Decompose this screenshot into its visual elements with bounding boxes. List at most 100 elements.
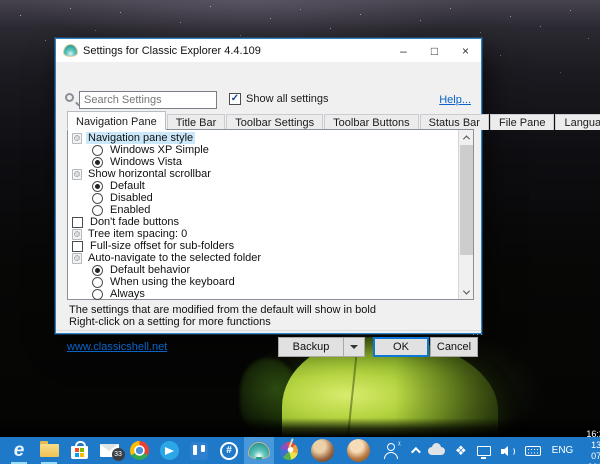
resize-grip[interactable] bbox=[477, 330, 478, 331]
tab-file-pane[interactable]: File Pane bbox=[489, 114, 555, 130]
cancel-button[interactable]: Cancel bbox=[430, 337, 478, 357]
taskbar: e 33 # ᵡ ❖ ENG 16: 13 07 bbox=[0, 429, 600, 464]
tab-strip: Navigation Pane Title Bar Toolbar Settin… bbox=[67, 111, 600, 130]
note-bold-settings: The settings that are modified from the … bbox=[69, 304, 376, 316]
microsoft-logo-icon bbox=[74, 448, 79, 452]
onedrive-cloud-icon[interactable] bbox=[423, 437, 450, 464]
setting-gear-icon bbox=[72, 132, 82, 144]
clock-date: 13-07-2018 bbox=[588, 439, 600, 464]
chevron-down-icon bbox=[350, 345, 358, 349]
avatar bbox=[310, 439, 334, 462]
taskbar-chrome-icon[interactable] bbox=[124, 437, 154, 464]
radio-unchecked-icon[interactable] bbox=[92, 288, 103, 300]
taskbar-paint-icon[interactable] bbox=[274, 437, 304, 464]
tab-navigation-pane[interactable]: Navigation Pane bbox=[67, 111, 166, 130]
show-all-settings[interactable]: ✓ Show all settings bbox=[229, 93, 329, 105]
taskbar-store-icon[interactable] bbox=[64, 437, 94, 464]
taskbar-mail-icon[interactable]: 33 bbox=[94, 437, 125, 464]
option-enabled[interactable]: Enabled bbox=[69, 204, 456, 216]
backup-split-button[interactable]: Backup bbox=[278, 337, 365, 357]
settings-list-panel: Navigation pane style Windows XP Simple … bbox=[67, 129, 474, 300]
footer-separator bbox=[56, 330, 481, 331]
setting-gear-icon bbox=[72, 252, 82, 264]
volume-icon[interactable] bbox=[496, 437, 520, 464]
note-right-click: Right-click on a setting for more functi… bbox=[69, 316, 271, 328]
search-input[interactable] bbox=[79, 91, 217, 109]
taskbar-classic-shell-icon[interactable] bbox=[244, 437, 274, 464]
help-link[interactable]: Help... bbox=[439, 94, 471, 106]
taskbar-app-circle-icon[interactable]: # bbox=[214, 437, 244, 464]
avatar bbox=[346, 439, 370, 462]
radio-checked-icon[interactable] bbox=[92, 180, 103, 192]
setting-show-horizontal-scrollbar[interactable]: Show horizontal scrollbar bbox=[69, 168, 456, 180]
tab-language[interactable]: Language bbox=[555, 114, 600, 130]
tab-status-bar[interactable]: Status Bar bbox=[419, 114, 489, 130]
taskbar-people-icon[interactable]: ᵡ bbox=[376, 437, 406, 464]
option-windows-vista[interactable]: Windows Vista bbox=[69, 156, 456, 168]
dropbox-icon[interactable]: ❖ bbox=[450, 437, 472, 464]
vertical-scrollbar[interactable] bbox=[458, 130, 473, 299]
radio-checked-icon[interactable] bbox=[92, 264, 103, 276]
window-title: Settings for Classic Explorer 4.4.109 bbox=[83, 44, 261, 57]
clock-time: 16:20 bbox=[586, 428, 600, 439]
taskbar-telegram-icon[interactable] bbox=[154, 437, 184, 464]
touch-keyboard-icon[interactable] bbox=[520, 437, 546, 464]
radio-checked-icon[interactable] bbox=[92, 156, 103, 168]
scroll-up-arrow-icon[interactable] bbox=[459, 130, 474, 144]
checkbox-unchecked-icon[interactable] bbox=[72, 216, 83, 228]
setting-full-size-offset[interactable]: Full-size offset for sub-folders bbox=[69, 240, 456, 252]
clock[interactable]: 16:20 13-07-2018 bbox=[579, 429, 600, 464]
option-always[interactable]: Always bbox=[69, 288, 456, 300]
option-default[interactable]: Default bbox=[69, 180, 456, 192]
minimize-button[interactable]: – bbox=[388, 39, 419, 62]
show-all-checkbox[interactable]: ✓ bbox=[229, 93, 241, 105]
system-tray: ❖ ENG 16:20 13-07-2018 bbox=[406, 429, 600, 464]
mail-unread-badge: 33 bbox=[111, 448, 125, 461]
setting-dont-fade-buttons[interactable]: Don't fade buttons bbox=[69, 216, 456, 228]
dialog-body: ✓ Show all settings Help... Navigation P… bbox=[56, 62, 600, 357]
option-disabled[interactable]: Disabled bbox=[69, 192, 456, 204]
stars bbox=[0, 0, 1, 1]
radio-unchecked-icon[interactable] bbox=[92, 204, 103, 216]
hidden-icons-chevron-icon[interactable] bbox=[406, 437, 423, 464]
desktop: Settings for Classic Explorer 4.4.109 – … bbox=[0, 0, 600, 464]
language-indicator[interactable]: ENG bbox=[546, 437, 580, 464]
close-button[interactable]: × bbox=[450, 39, 481, 62]
checkbox-unchecked-icon[interactable] bbox=[72, 240, 83, 252]
show-all-label: Show all settings bbox=[246, 93, 329, 105]
backup-dropdown[interactable] bbox=[343, 338, 364, 356]
setting-gear-icon bbox=[72, 168, 82, 180]
title-bar[interactable]: Settings for Classic Explorer 4.4.109 – … bbox=[56, 39, 481, 62]
classic-shell-app-icon bbox=[64, 45, 77, 56]
network-icon[interactable] bbox=[472, 437, 496, 464]
radio-unchecked-icon[interactable] bbox=[92, 276, 103, 288]
ok-button[interactable]: OK bbox=[373, 337, 429, 357]
setting-tree-item-spacing[interactable]: Tree item spacing: 0 bbox=[69, 228, 456, 240]
radio-unchecked-icon[interactable] bbox=[92, 144, 103, 156]
tab-toolbar-buttons[interactable]: Toolbar Buttons bbox=[324, 114, 419, 130]
scrollbar-thumb[interactable] bbox=[460, 145, 473, 255]
option-windows-xp-simple[interactable]: Windows XP Simple bbox=[69, 144, 456, 156]
taskbar-contact-avatar-2[interactable] bbox=[340, 437, 376, 464]
classicshell-website-link[interactable]: www.classicshell.net bbox=[67, 341, 167, 353]
radio-unchecked-icon[interactable] bbox=[92, 192, 103, 204]
maximize-button[interactable]: □ bbox=[419, 39, 450, 62]
taskbar-file-explorer-icon[interactable] bbox=[34, 437, 64, 464]
taskbar-trello-icon[interactable] bbox=[184, 437, 214, 464]
scroll-down-arrow-icon[interactable] bbox=[459, 285, 474, 299]
taskbar-edge-icon[interactable]: e bbox=[4, 437, 34, 464]
window-controls: – □ × bbox=[388, 39, 481, 62]
classic-explorer-settings-window: Settings for Classic Explorer 4.4.109 – … bbox=[55, 38, 600, 357]
setting-navigation-pane-style[interactable]: Navigation pane style bbox=[69, 132, 456, 144]
option-default-behavior[interactable]: Default behavior bbox=[69, 264, 456, 276]
search-icon bbox=[65, 93, 74, 102]
option-when-using-keyboard[interactable]: When using the keyboard bbox=[69, 276, 456, 288]
people-sparkle-icon: ᵡ bbox=[398, 440, 401, 448]
tab-title-bar[interactable]: Title Bar bbox=[166, 114, 226, 130]
setting-auto-navigate[interactable]: Auto-navigate to the selected folder bbox=[69, 252, 456, 264]
setting-gear-icon bbox=[72, 228, 82, 240]
taskbar-contact-avatar-1[interactable] bbox=[304, 437, 340, 464]
tab-toolbar-settings[interactable]: Toolbar Settings bbox=[226, 114, 324, 130]
settings-rows: Navigation pane style Windows XP Simple … bbox=[69, 132, 456, 300]
backup-button-label[interactable]: Backup bbox=[279, 341, 343, 353]
